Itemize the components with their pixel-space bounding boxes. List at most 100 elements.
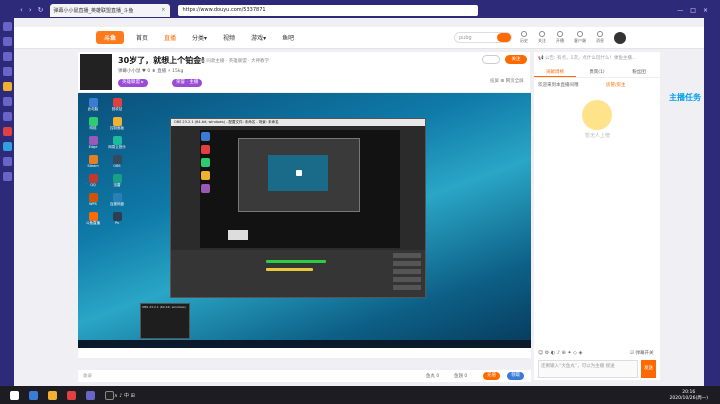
main-nav: 首页 直播 分类▾ 视频 游戏▾ 鱼吧 (136, 33, 294, 42)
browser-sidebar (0, 18, 14, 386)
chat-icon[interactable] (2, 67, 12, 76)
tab-vip[interactable]: 贵宾(1) (576, 68, 618, 77)
nav-video[interactable]: 视频 (223, 33, 235, 42)
desktop-shortcut[interactable]: Ps (106, 212, 128, 229)
room-subline: 弹幕小小鼠 ♥ 0 ♛ 直播 ⚡ 15kg (118, 69, 184, 74)
desktop-shortcut-label: Edge (88, 145, 98, 149)
nav-home[interactable]: 首页 (136, 33, 148, 42)
desktop-app-icon (112, 212, 122, 221)
wallet-icon[interactable] (2, 172, 12, 181)
nested-app-icon (201, 145, 210, 154)
heart-icon (539, 31, 545, 37)
collect-text: 收录 (83, 374, 92, 379)
address-bar[interactable]: https://www.douyu.com/5337871 (177, 4, 478, 16)
history-button[interactable]: 历史 (520, 31, 528, 44)
desktop-shortcut[interactable]: 回收站 (106, 98, 128, 115)
desktop-shortcut[interactable]: Steam (82, 155, 104, 172)
app-icon[interactable] (2, 142, 12, 151)
list-icon[interactable] (2, 52, 12, 61)
settings-button[interactable] (393, 277, 421, 282)
streamer-avatar[interactable] (80, 54, 112, 90)
desktop-shortcut[interactable]: Edge (82, 136, 104, 153)
cart-icon[interactable] (2, 157, 12, 166)
url-text: https://www.douyu.com/5337871 (182, 7, 266, 13)
desktop-app-icon (112, 98, 122, 107)
client-label: 客户端 (574, 38, 586, 43)
desktop-shortcut[interactable]: QQ (82, 174, 104, 191)
honor-badge[interactable]: 荣誉 · 主播 (172, 79, 203, 87)
desktop-shortcut[interactable]: 百度网盘 (106, 193, 128, 210)
exit-button[interactable] (393, 285, 421, 290)
desktop-shortcut[interactable]: 斗鱼直播 (82, 212, 104, 229)
search-input[interactable]: pubg (454, 32, 512, 43)
claim-button[interactable]: 领取 (507, 372, 524, 380)
start-live-button[interactable]: 开播 (556, 31, 564, 44)
close-icon[interactable]: × (703, 7, 708, 14)
fishball-count: 鱼丸 0 (426, 374, 440, 379)
chat-input[interactable]: 还剩输入“大鱼丸”，可以为主播 接送 (538, 360, 638, 378)
search-button[interactable] (497, 33, 511, 42)
douyu-logo[interactable]: 斗鱼 (96, 31, 124, 44)
danmu-toggle[interactable]: ☑ 弹幕开关 (630, 350, 653, 356)
shield-icon[interactable] (2, 127, 12, 136)
start-icon[interactable] (10, 390, 19, 400)
start-recording-button[interactable] (393, 261, 421, 266)
desktop-shortcut[interactable]: 控制面板 (106, 117, 128, 134)
desktop-shortcut[interactable]: 此电脑 (82, 98, 104, 115)
client-button[interactable]: 客户端 (574, 31, 586, 44)
browser-tab[interactable]: 弹幕小小鼠直播_英雄联盟直播_斗鱼 × (49, 3, 170, 17)
nav-games[interactable]: 游戏▾ (251, 33, 266, 42)
browser-icon[interactable] (86, 390, 95, 400)
nav-live[interactable]: 直播 (164, 33, 176, 42)
star-icon[interactable] (2, 37, 12, 46)
player-mode-controls[interactable]: 投屏 ⊞ 网页全屏 (490, 78, 524, 84)
follow-list-button[interactable]: 关注 (538, 31, 546, 44)
forward-icon[interactable]: › (29, 6, 32, 14)
folder-icon[interactable] (2, 82, 12, 91)
share-button[interactable] (482, 55, 500, 64)
obs-icon[interactable] (105, 390, 114, 400)
user-avatar[interactable] (614, 31, 626, 44)
grid-icon[interactable] (2, 112, 12, 121)
desktop-shortcut[interactable]: WPS (82, 193, 104, 210)
start-streaming-button[interactable] (393, 253, 421, 258)
header-icons: 历史 关注 开播 客户端 消息 (520, 31, 604, 44)
obs-control-panel (171, 250, 425, 297)
book-icon[interactable] (2, 97, 12, 106)
desktop-shortcut[interactable]: 迅雷 (106, 174, 128, 191)
right-scrollbar[interactable] (704, 18, 720, 386)
refresh-icon[interactable]: ↻ (38, 6, 44, 14)
heart-icon[interactable] (2, 22, 12, 31)
desktop-shortcut[interactable]: 网易云音乐 (106, 136, 128, 153)
send-button[interactable]: 发送 (641, 360, 656, 378)
system-tray[interactable]: ∧ ♪ 中 ⊞ (114, 392, 135, 399)
follow-list-label: 关注 (538, 38, 546, 43)
nav-category[interactable]: 分类▾ (192, 33, 207, 42)
desktop-shortcut[interactable]: 网络 (82, 117, 104, 134)
site-header: 斗鱼 首页 直播 分类▾ 视频 游戏▾ 鱼吧 pubg 历史 关注 开播 客户端… (14, 27, 704, 49)
tab-title: 弹幕小小鼠直播_英雄联盟直播_斗鱼 (53, 7, 134, 14)
desktop-shortcut-label: Steam (87, 164, 99, 168)
tab-weekly-rank[interactable]: 贡献周榜 (534, 68, 576, 77)
desktop-shortcut-label: QQ (90, 183, 96, 187)
messages-button[interactable]: 消息 (596, 31, 604, 44)
chat-toolbar[interactable]: ☺ ⚙ ◐ ♪ ⊕ ✦ ◇ ◈ (538, 350, 582, 356)
desktop-shortcut[interactable]: OBS (106, 155, 128, 172)
admin-link[interactable]: 房管/房主 (606, 82, 626, 88)
close-tab-icon[interactable]: × (161, 7, 165, 13)
explorer-icon[interactable] (48, 390, 57, 400)
mouse-cursor-icon (296, 170, 302, 176)
maximize-icon[interactable]: □ (690, 7, 696, 14)
promo-banner[interactable]: 主播任务 (666, 92, 704, 120)
minimize-icon[interactable]: — (677, 7, 683, 14)
studio-mode-button[interactable] (393, 269, 421, 274)
back-icon[interactable]: ‹ (20, 6, 23, 14)
edge-icon[interactable] (29, 390, 38, 400)
tab-fanclub[interactable]: 粉丝团 (618, 68, 660, 77)
nav-fishbar[interactable]: 鱼吧 (282, 33, 294, 42)
follow-button[interactable]: 关注 (505, 55, 527, 64)
desktop-shortcut-label: WPS (89, 202, 97, 206)
recharge-button[interactable]: 充值 (483, 372, 500, 380)
app-icon[interactable] (67, 390, 76, 400)
category-badge[interactable]: 英雄联盟 ▸ (118, 79, 148, 87)
